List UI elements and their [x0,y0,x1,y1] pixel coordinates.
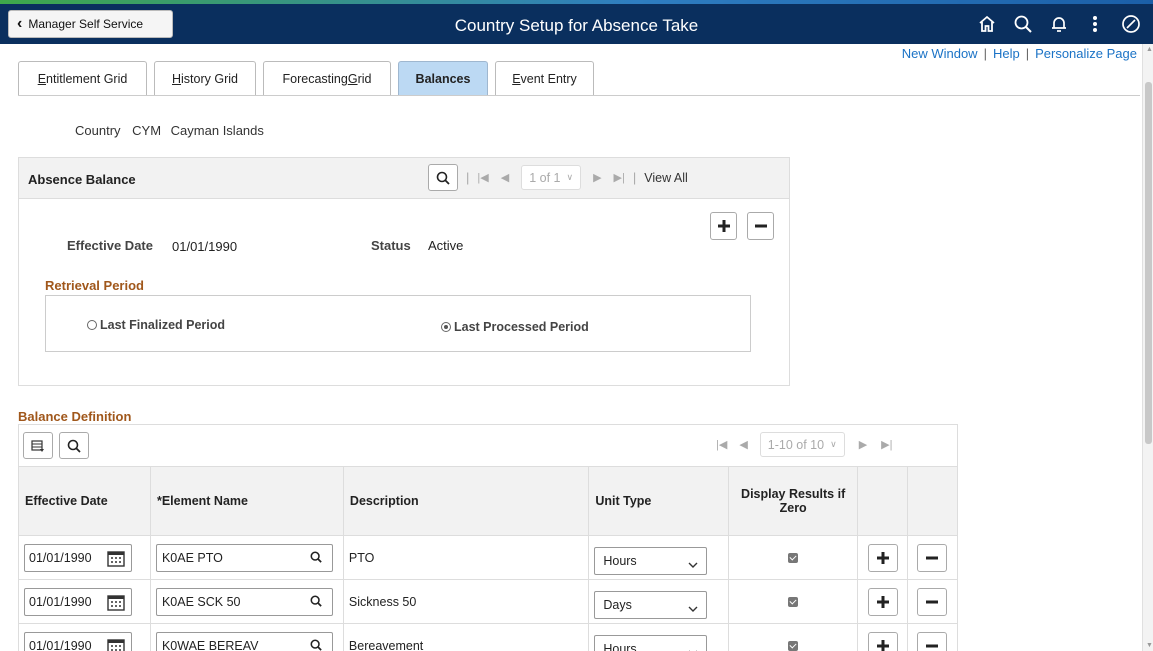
balance-definition-title: Balance Definition [18,409,132,424]
search-icon[interactable] [310,639,322,651]
effective-date-input[interactable]: 01/01/1990 [24,587,132,616]
vertical-scrollbar[interactable]: ▲ ▼ [1142,44,1153,651]
search-icon[interactable] [310,595,322,610]
country-code: CYM [132,123,162,138]
description-cell: Bereavement [342,623,590,651]
search-icon[interactable] [310,551,322,566]
absence-balance-title: Absence Balance [28,172,136,187]
country-name: Cayman Islands [170,123,264,138]
home-icon[interactable] [969,10,1005,38]
view-all-link[interactable]: View All [644,171,688,185]
unit-type-select[interactable]: Hours [594,546,708,575]
chevron-down-icon [688,645,698,651]
chevron-down-icon [688,601,698,615]
unit-type-select[interactable]: Days [594,590,708,619]
calendar-icon[interactable] [107,637,125,651]
page-tabs: Entitlement Grid History Grid Forecastin… [18,61,594,96]
last-page-icon[interactable]: ▶| [614,171,625,184]
table-row: 01/01/1990 K0WAE BEREAV Bereavement Hour… [18,623,959,651]
scroll-up-icon[interactable]: ▲ [1146,46,1153,53]
effective-date-input[interactable]: 01/01/1990 [24,543,132,572]
search-icon[interactable] [59,432,89,459]
tab-event-entry[interactable]: Event Entry [495,61,594,96]
radio-last-finalized-period[interactable]: Last Finalized Period [87,318,225,332]
display-zero-checkbox[interactable] [788,596,799,607]
help-link[interactable]: Help [993,46,1020,61]
more-icon[interactable] [1077,10,1113,38]
add-row-button[interactable] [867,587,898,616]
effective-date-value: 01/01/1990 [172,239,238,254]
unit-type-select[interactable]: Hours [594,634,708,651]
absence-balance-header: Absence Balance | |◀ ◀ 1 of 1 ∨ ▶ ▶| | Vi… [19,158,789,199]
personalize-page-link[interactable]: Personalize Page [1035,46,1137,61]
page-links: New Window | Help | Personalize Page [901,46,1137,61]
grid-nav: |◀ ◀ 1-10 of 10 ∨ ▶ ▶| [716,432,892,457]
column-header-add [857,466,908,536]
description-cell: Sickness 50 [342,579,590,624]
radio-unselected-icon [87,320,97,330]
status-value: Active [428,238,464,253]
column-header-delete [906,466,959,536]
grid-toolbar [23,432,89,459]
column-header-unit-type: Unit Type [588,466,730,536]
chevron-down-icon [688,557,698,571]
next-page-icon[interactable]: ▶ [859,438,867,451]
previous-page-icon[interactable]: ◀ [501,171,509,184]
country-field: Country CYM Cayman Islands [75,123,264,138]
table-row: 01/01/1990 K0AE SCK 50 Sickness 50 Days [18,579,959,624]
search-icon[interactable] [1005,10,1041,38]
tab-forecasting-grid[interactable]: Forecasting Grid [263,61,391,96]
element-name-input[interactable]: K0AE SCK 50 [155,587,333,616]
effective-date-input[interactable]: 01/01/1990 [24,631,132,651]
element-name-input[interactable]: K0WAE BEREAV [155,631,333,651]
calendar-icon[interactable] [107,549,125,570]
delete-row-button[interactable] [917,587,948,616]
column-header-element-name: *Element Name [149,466,344,536]
add-row-button[interactable] [867,631,898,651]
calendar-icon[interactable] [107,593,125,614]
add-row-button[interactable] [867,543,898,572]
next-page-icon[interactable]: ▶ [593,171,601,184]
delete-row-button[interactable] [747,212,774,240]
first-page-icon[interactable]: |◀ [477,171,488,184]
column-header-description: Description [342,466,590,536]
header-banner: ‹ Manager Self Service Country Setup for… [0,4,1153,44]
grid-settings-icon[interactable] [23,432,53,459]
absence-balance-nav: | |◀ ◀ 1 of 1 ∨ ▶ ▶| | View All [428,164,688,191]
tab-divider [18,95,1140,96]
radio-selected-icon [441,322,451,332]
delete-row-button[interactable] [917,631,948,651]
first-page-icon[interactable]: |◀ [716,438,727,451]
new-window-link[interactable]: New Window [902,46,978,61]
display-zero-checkbox[interactable] [788,552,799,563]
column-header-display-results-if-zero: Display Results if Zero [728,466,859,536]
previous-page-icon[interactable]: ◀ [739,438,747,451]
last-page-icon[interactable]: ▶| [881,438,892,451]
search-icon[interactable] [428,164,458,191]
display-zero-checkbox[interactable] [788,640,799,651]
balance-definition-table: Effective Date *Element Name Description… [18,466,959,651]
effective-date-label: Effective Date [67,238,153,253]
column-header-effective-date: Effective Date [18,466,151,536]
navbar-icon[interactable] [1113,10,1149,38]
table-row: 01/01/1990 K0AE PTO PTO Hours [18,535,959,580]
delete-row-button[interactable] [917,543,948,572]
country-label: Country [75,123,121,138]
scroll-down-icon[interactable]: ▼ [1146,642,1153,649]
tab-balances[interactable]: Balances [398,61,488,96]
element-name-input[interactable]: K0AE PTO [155,543,333,572]
description-cell: PTO [342,535,590,580]
scrollbar-thumb[interactable] [1145,82,1152,444]
retrieval-period-title: Retrieval Period [45,278,144,293]
grid-pager[interactable]: 1-10 of 10 ∨ [759,432,845,457]
absence-balance-pager[interactable]: 1 of 1 ∨ [521,165,582,190]
add-row-button[interactable] [710,212,737,240]
tab-entitlement-grid[interactable]: Entitlement Grid [18,61,147,96]
tab-history-grid[interactable]: History Grid [154,61,256,96]
radio-last-processed-period[interactable]: Last Processed Period [441,320,589,334]
bell-icon[interactable] [1041,10,1077,38]
status-label: Status [371,238,411,253]
